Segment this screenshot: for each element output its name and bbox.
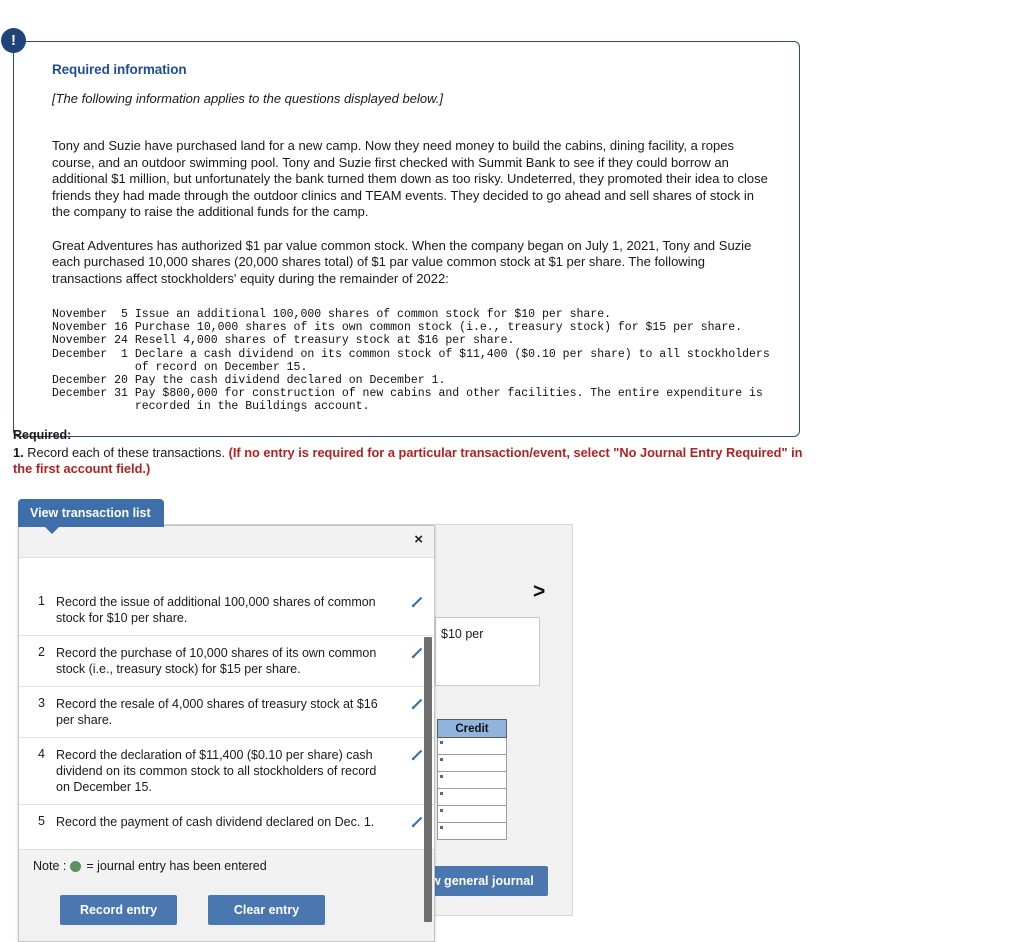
transactions-schedule: November 5 Issue an additional 100,000 s… xyxy=(52,308,770,414)
clear-entry-button[interactable]: Clear entry xyxy=(208,895,325,925)
edit-pencil-icon[interactable] xyxy=(398,594,434,613)
modal-header-spacer xyxy=(19,558,434,585)
credit-rows-body xyxy=(437,737,507,840)
required-label: Required: xyxy=(13,428,72,442)
credit-cell[interactable] xyxy=(437,822,507,840)
legend-note-prefix: Note : xyxy=(33,859,67,873)
credit-cell[interactable] xyxy=(437,805,507,823)
list-item-number: 3 xyxy=(38,696,45,710)
transaction-list-modal: × 1 Record the issue of additional 100,0… xyxy=(18,525,435,942)
modal-button-bar: Record entry Clear entry xyxy=(19,883,434,941)
next-chevron-icon[interactable]: > xyxy=(533,581,545,602)
table-row xyxy=(437,788,507,806)
table-row xyxy=(437,737,507,755)
credit-column-header: Credit xyxy=(437,719,507,738)
table-row xyxy=(437,822,507,840)
credit-cell[interactable] xyxy=(437,771,507,789)
required-item-text: Record each of these transactions. xyxy=(23,445,229,460)
list-item-number: 4 xyxy=(38,747,45,761)
list-item-label: Record the purchase of 10,000 shares of … xyxy=(56,646,377,676)
required-item-number: 1. xyxy=(13,445,24,460)
paragraph-two: Great Adventures has authorized $1 par v… xyxy=(52,237,752,286)
legend-note: Note : = journal entry has been entered xyxy=(19,849,434,883)
transaction-description-text: $10 per xyxy=(441,627,484,641)
credit-column-table: Credit xyxy=(437,719,507,840)
list-item-label: Record the issue of additional 100,000 s… xyxy=(56,595,376,625)
close-icon[interactable]: × xyxy=(414,531,423,549)
list-item[interactable]: 4 Record the declaration of $11,400 ($0.… xyxy=(19,737,434,804)
list-item[interactable]: 3 Record the resale of 4,000 shares of t… xyxy=(19,686,434,737)
credit-cell[interactable] xyxy=(437,737,507,755)
list-item-number: 1 xyxy=(38,594,45,608)
required-section: Required: 1. Record each of these transa… xyxy=(13,428,813,476)
transaction-list-scrollbar[interactable] xyxy=(424,637,432,922)
paragraph-one: Tony and Suzie have purchased land for a… xyxy=(52,138,768,219)
tab-view-transaction-list[interactable]: View transaction list xyxy=(18,499,164,534)
modal-header: × xyxy=(19,526,434,558)
list-item-label: Record the payment of cash dividend decl… xyxy=(56,815,375,829)
list-item[interactable]: 1 Record the issue of additional 100,000… xyxy=(19,585,434,635)
table-row xyxy=(437,805,507,823)
list-item[interactable]: 5 Record the payment of cash dividend de… xyxy=(19,804,434,849)
list-item-label: Record the declaration of $11,400 ($0.10… xyxy=(56,748,377,794)
tab-pointer-icon xyxy=(44,526,60,534)
green-status-dot-icon xyxy=(70,860,82,872)
record-entry-button[interactable]: Record entry xyxy=(60,895,177,925)
list-item-label: Record the resale of 4,000 shares of tre… xyxy=(56,697,378,727)
applies-note: [The following information applies to th… xyxy=(52,91,443,106)
list-item[interactable]: 2 Record the purchase of 10,000 shares o… xyxy=(19,635,434,686)
exclamation-icon: ! xyxy=(1,28,26,53)
credit-cell[interactable] xyxy=(437,788,507,806)
page-title: Required information xyxy=(52,62,187,77)
table-row xyxy=(437,771,507,789)
tab-strip: View transaction list xyxy=(18,499,164,534)
transaction-description-box: $10 per xyxy=(435,617,540,686)
legend-note-suffix: = journal entry has been entered xyxy=(86,859,267,873)
table-row xyxy=(437,754,507,772)
credit-cell[interactable] xyxy=(437,754,507,772)
required-information-panel: ! Required information [The following in… xyxy=(1,28,800,437)
transaction-list: 1 Record the issue of additional 100,000… xyxy=(19,585,434,922)
list-item-number: 2 xyxy=(38,645,45,659)
tab-label: View transaction list xyxy=(30,506,151,520)
list-item-number: 5 xyxy=(38,814,45,828)
